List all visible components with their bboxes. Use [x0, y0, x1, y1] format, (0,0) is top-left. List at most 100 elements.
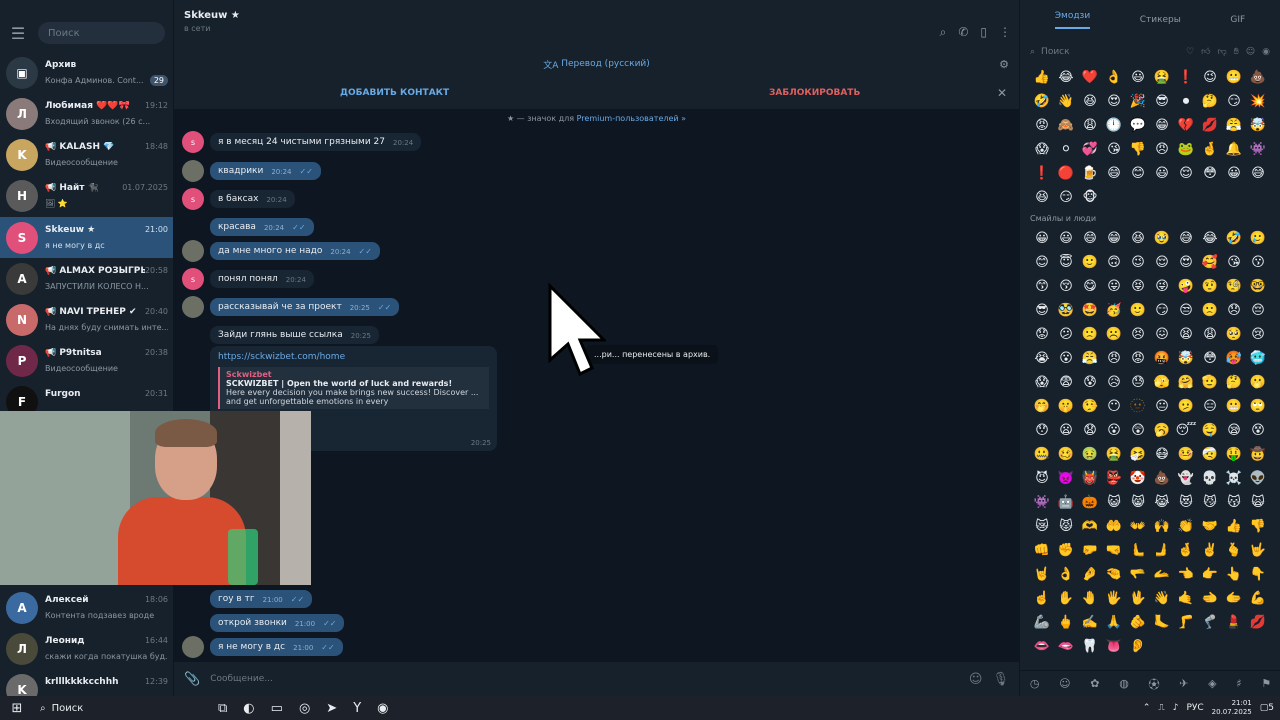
emoji-item[interactable]: 🙃	[1102, 253, 1126, 271]
emoji-item[interactable]: 👇	[1246, 565, 1270, 583]
premium-link[interactable]: Premium-пользователей »	[577, 114, 686, 123]
emoji-item[interactable]: 🦵	[1174, 613, 1198, 631]
chat-header[interactable]: Skkeuw ★ в сети ⌕ ✆ ▯ ⋮	[174, 0, 1019, 52]
emoji-item[interactable]: 🤠	[1246, 445, 1270, 463]
more-icon[interactable]: ⋮	[999, 25, 1011, 40]
recent-icon[interactable]: ◷	[1030, 677, 1040, 690]
chat-list-item[interactable]: N 📢 NAVI ТРЕНЕР ✔ 20:40 На днях буду сним…	[0, 299, 173, 340]
chat-search-input[interactable]: Поиск	[38, 22, 165, 44]
emoji-item[interactable]: 😢	[1246, 325, 1270, 343]
smile-icon[interactable]: ☺	[1059, 677, 1070, 690]
add-contact-button[interactable]: ДОБАВИТЬ КОНТАКТ	[340, 88, 449, 98]
emoji-item[interactable]: 👐	[1126, 517, 1150, 535]
emoji-item[interactable]: ☝️	[1030, 589, 1054, 607]
emoji-item[interactable]: 🤫	[1054, 397, 1078, 415]
emoji-item[interactable]: 😔	[1246, 301, 1270, 319]
windows-start-icon[interactable]: ⊞	[0, 701, 34, 716]
emoji-item[interactable]: 🫵	[1126, 613, 1150, 631]
emoji-item[interactable]: 👎	[1246, 517, 1270, 535]
emoji-item[interactable]: 👏	[1174, 517, 1198, 535]
emoji-item[interactable]: 🫤	[1174, 397, 1198, 415]
yandex-icon[interactable]: Y	[353, 701, 361, 716]
emoji-item[interactable]: 🤌	[1078, 565, 1102, 583]
emoji-item[interactable]: 🤟	[1246, 541, 1270, 559]
emoji-item[interactable]: 💩	[1246, 68, 1270, 86]
emoji-item[interactable]: 😶	[1102, 397, 1126, 415]
translate-bar[interactable]: 文A Перевод (русский) ⚙	[174, 52, 1019, 76]
emoji-item[interactable]: 😣	[1126, 325, 1150, 343]
obs-icon[interactable]: ◉	[377, 701, 388, 716]
emoji-item[interactable]: 🤪	[1174, 277, 1198, 295]
emoji-item[interactable]: 🤧	[1126, 445, 1150, 463]
emoji-item[interactable]: 🥳	[1102, 301, 1126, 319]
emoji-item[interactable]: 😪	[1222, 421, 1246, 439]
emoji-item[interactable]: 😊	[1030, 253, 1054, 271]
message-bubble[interactable]: я в месяц 24 чистыми грязными 27 20:24	[210, 133, 422, 151]
emoji-item[interactable]: 💩	[1150, 469, 1174, 487]
message-bubble[interactable]: гоу в тг 21:00 ✓✓	[210, 590, 313, 608]
emoji-item[interactable]: 😬	[1222, 397, 1246, 415]
emoji-item[interactable]: ✍️	[1078, 613, 1102, 631]
notifications-icon[interactable]: ▢5	[1260, 703, 1274, 713]
chat-list-item[interactable]: Л Леонид 16:44 скажи когда покатушка буд.…	[0, 628, 173, 669]
emoji-item[interactable]: 🔔	[1222, 140, 1246, 158]
emoji-search-input[interactable]: Поиск	[1041, 47, 1070, 57]
emoji-item[interactable]: 👻	[1174, 469, 1198, 487]
emoji-item[interactable]: 🤞	[1198, 140, 1222, 158]
emoji-item[interactable]: 😚	[1054, 277, 1078, 295]
emoji-item[interactable]: 🎉	[1126, 92, 1150, 110]
chat-list-item[interactable]: K krlllkkkkcchhh 12:39	[0, 669, 173, 696]
emoji-item[interactable]: 😾	[1054, 517, 1078, 535]
emoji-item[interactable]: 😇	[1054, 253, 1078, 271]
emoji-item[interactable]: 🥰	[1198, 253, 1222, 271]
emoji-item[interactable]: 🫷	[1126, 541, 1150, 559]
emoji-item[interactable]: 🤢	[1078, 445, 1102, 463]
chevron-up-icon[interactable]: ⌃	[1143, 703, 1151, 713]
emoji-item[interactable]: 👆	[1222, 565, 1246, 583]
emoji-item[interactable]: 🤘	[1030, 565, 1054, 583]
emoji-item[interactable]: 👽	[1246, 469, 1270, 487]
emoji-item[interactable]: 🤓	[1246, 277, 1270, 295]
emoji-item[interactable]: 😮	[1102, 421, 1126, 439]
emoji-item[interactable]: 😘	[1222, 253, 1246, 271]
emoji-item[interactable]: 😄	[1078, 229, 1102, 247]
animals-icon[interactable]: ✿	[1090, 677, 1099, 690]
emoji-item[interactable]: 😡	[1030, 116, 1054, 134]
emoji-item[interactable]: 😖	[1150, 325, 1174, 343]
emoji-item[interactable]: 🫱	[1222, 589, 1246, 607]
avatar[interactable]: s	[182, 268, 204, 290]
emoji-item[interactable]: 👌	[1054, 565, 1078, 583]
emoji-item[interactable]: 🤏	[1102, 565, 1126, 583]
emoji-item[interactable]: 🥱	[1150, 421, 1174, 439]
emoji-item[interactable]: 😰	[1078, 373, 1102, 391]
emoji-item[interactable]: 😒	[1174, 301, 1198, 319]
emoji-item[interactable]: 😭	[1030, 349, 1054, 367]
emoji-item[interactable]: 😆	[1126, 229, 1150, 247]
emoji-item[interactable]: 👉	[1198, 565, 1222, 583]
emoji-item[interactable]: 😲	[1126, 421, 1150, 439]
emoji-item[interactable]: 🫡	[1198, 373, 1222, 391]
message-bubble[interactable]: в баксах 20:24	[210, 190, 295, 208]
emoji-item[interactable]: 👂	[1126, 637, 1150, 655]
avatar[interactable]	[182, 160, 204, 182]
search-icon[interactable]: ⌕	[940, 25, 947, 40]
emoji-item[interactable]: 🫶	[1078, 517, 1102, 535]
emoji-item[interactable]: 😆	[1030, 188, 1054, 206]
filter-icon[interactable]: ⚙	[999, 58, 1009, 71]
link-preview[interactable]: Sckwizbet SCKWIZBET | Open the world of …	[218, 367, 489, 409]
travel-icon[interactable]: ✈	[1179, 677, 1188, 690]
emoji-item[interactable]: 😃	[1126, 68, 1150, 86]
emoji-item[interactable]: 🫲	[1198, 589, 1222, 607]
chat-list-item[interactable]: Н 📢 Найт 🐈‍⬛ 01.07.2025 🖼 ⭐	[0, 175, 173, 216]
emoji-item[interactable]: 💬	[1126, 116, 1150, 134]
emoji-item[interactable]: 🦷	[1078, 637, 1102, 655]
emoji-item[interactable]: 🤗	[1174, 373, 1198, 391]
emoji-item[interactable]: 🤯	[1246, 116, 1270, 134]
emoji-item[interactable]: 😧	[1078, 421, 1102, 439]
emoji-item[interactable]: 😗	[1246, 253, 1270, 271]
microphone-icon[interactable]: 🎙	[992, 672, 1009, 687]
emoji-item[interactable]: 🤥	[1078, 397, 1102, 415]
message-bubble[interactable]: да мне много не надо 20:24 ✓✓	[210, 242, 380, 260]
block-button[interactable]: ЗАБЛОКИРОВАТЬ	[769, 88, 860, 98]
emoji-item[interactable]: 😊	[1126, 164, 1150, 182]
